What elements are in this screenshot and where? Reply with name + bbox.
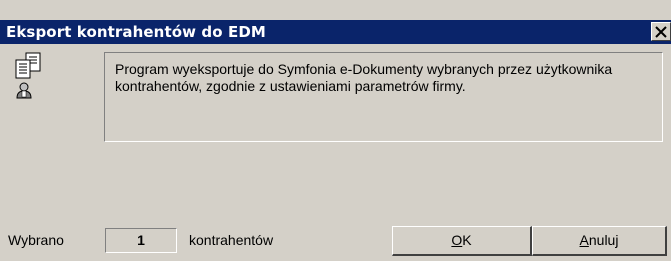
message-text: Program wyeksportuje do Symfonia e-Dokum…	[115, 61, 613, 94]
selected-count: 1	[105, 228, 177, 253]
export-contractors-icon	[14, 52, 48, 102]
cancel-button[interactable]: Anuluj	[532, 226, 667, 256]
title-bar: Eksport kontrahentów do EDM	[0, 20, 671, 44]
ok-button[interactable]: OK	[392, 226, 532, 256]
close-button[interactable]	[651, 22, 671, 41]
contractors-label: kontrahentów	[189, 232, 274, 248]
message-panel: Program wyeksportuje do Symfonia e-Dokum…	[104, 52, 663, 142]
selected-label: Wybrano	[8, 232, 64, 248]
window-title: Eksport kontrahentów do EDM	[6, 23, 266, 41]
close-icon	[655, 26, 667, 38]
export-dialog: Eksport kontrahentów do EDM Program wyek…	[0, 0, 671, 261]
